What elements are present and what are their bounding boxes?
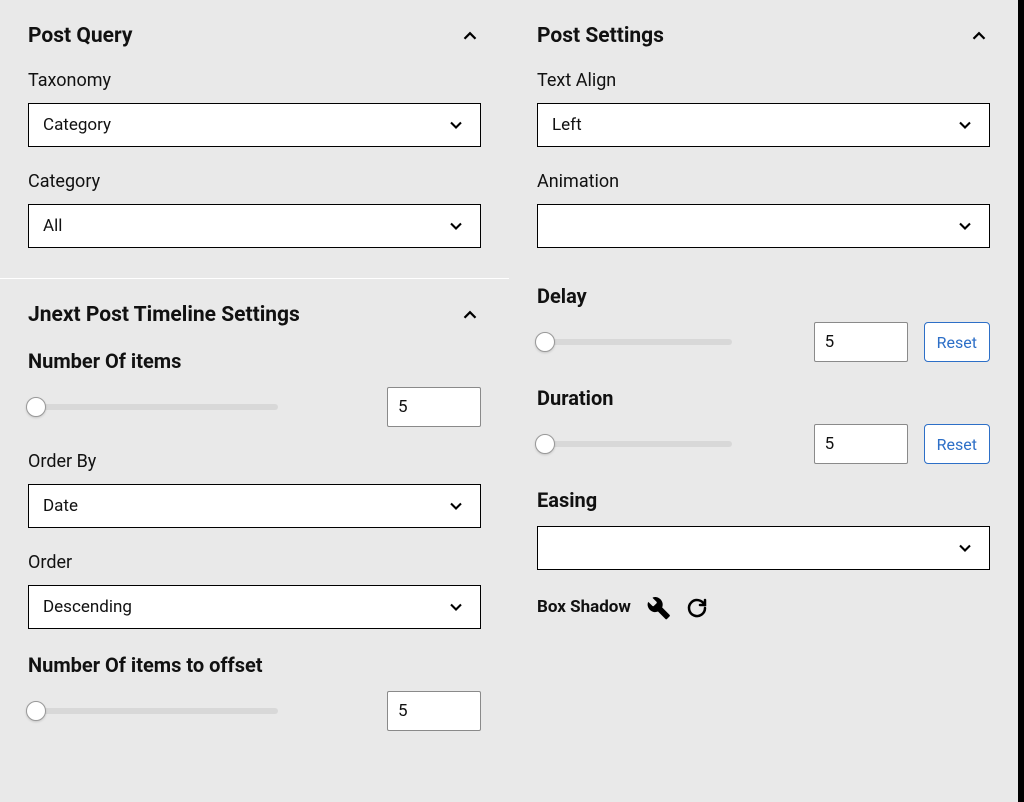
category-value: All xyxy=(43,216,62,236)
slider-track xyxy=(537,339,732,345)
field-box-shadow: Box Shadow xyxy=(537,594,990,620)
text-align-select[interactable]: Left xyxy=(537,103,990,147)
slider-thumb[interactable] xyxy=(26,701,46,721)
order-by-value: Date xyxy=(43,496,78,516)
post-query-header[interactable]: Post Query xyxy=(28,24,481,48)
left-panel: Post Query Taxonomy Category Category Al… xyxy=(0,0,509,802)
section-post-settings: Post Settings Text Align Left Animation xyxy=(509,0,1018,650)
animation-select[interactable] xyxy=(537,204,990,248)
field-easing: Easing xyxy=(537,488,990,570)
field-offset: Number Of items to offset 5 xyxy=(28,653,481,731)
num-items-slider[interactable] xyxy=(28,397,278,417)
slider-track xyxy=(28,708,278,714)
category-select[interactable]: All xyxy=(28,204,481,248)
delay-input[interactable]: 5 xyxy=(814,322,908,362)
num-items-value: 5 xyxy=(398,397,408,417)
offset-input[interactable]: 5 xyxy=(387,691,481,731)
taxonomy-label: Taxonomy xyxy=(28,70,481,91)
duration-reset-button[interactable]: Reset xyxy=(924,424,990,464)
timeline-settings-title: Jnext Post Timeline Settings xyxy=(28,303,300,327)
field-delay: Delay 5 Reset xyxy=(537,284,990,362)
easing-label: Easing xyxy=(537,488,990,512)
chevron-down-icon xyxy=(955,115,975,135)
field-category: Category All xyxy=(28,171,481,248)
order-label: Order xyxy=(28,552,481,573)
chevron-down-icon xyxy=(446,115,466,135)
slider-track xyxy=(28,404,278,410)
chevron-down-icon xyxy=(955,538,975,558)
duration-label: Duration xyxy=(537,386,990,410)
field-animation: Animation xyxy=(537,171,990,248)
num-items-input[interactable]: 5 xyxy=(387,387,481,427)
order-by-label: Order By xyxy=(28,451,481,472)
right-panel: Post Settings Text Align Left Animation xyxy=(509,0,1018,802)
animation-label: Animation xyxy=(537,171,990,192)
delay-slider[interactable] xyxy=(537,332,732,352)
easing-select[interactable] xyxy=(537,526,990,570)
field-order-by: Order By Date xyxy=(28,451,481,528)
chevron-down-icon xyxy=(446,216,466,236)
delay-reset-button[interactable]: Reset xyxy=(924,322,990,362)
category-label: Category xyxy=(28,171,481,192)
chevron-up-icon xyxy=(459,25,481,47)
taxonomy-select[interactable]: Category xyxy=(28,103,481,147)
chevron-down-icon xyxy=(446,597,466,617)
offset-slider[interactable] xyxy=(28,701,278,721)
slider-thumb[interactable] xyxy=(535,332,555,352)
wrench-icon[interactable] xyxy=(645,594,671,620)
section-post-query: Post Query Taxonomy Category Category Al… xyxy=(0,0,509,278)
field-text-align: Text Align Left xyxy=(537,70,990,147)
delay-reset-label: Reset xyxy=(937,333,977,352)
slider-thumb[interactable] xyxy=(26,397,46,417)
post-query-title: Post Query xyxy=(28,24,132,48)
field-number-of-items: Number Of items 5 xyxy=(28,349,481,427)
offset-label: Number Of items to offset xyxy=(28,653,481,677)
field-duration: Duration 5 Reset xyxy=(537,386,990,464)
duration-input[interactable]: 5 xyxy=(814,424,908,464)
text-align-label: Text Align xyxy=(537,70,990,91)
chevron-down-icon xyxy=(955,216,975,236)
chevron-down-icon xyxy=(446,496,466,516)
slider-thumb[interactable] xyxy=(535,434,555,454)
post-settings-title: Post Settings xyxy=(537,24,664,48)
chevron-up-icon xyxy=(459,304,481,326)
taxonomy-value: Category xyxy=(43,115,111,135)
text-align-value: Left xyxy=(552,115,582,135)
order-by-select[interactable]: Date xyxy=(28,484,481,528)
order-value: Descending xyxy=(43,597,132,617)
box-shadow-label: Box Shadow xyxy=(537,597,631,617)
post-settings-header[interactable]: Post Settings xyxy=(537,24,990,48)
section-timeline-settings: Jnext Post Timeline Settings Number Of i… xyxy=(0,278,509,761)
delay-value: 5 xyxy=(825,332,835,352)
num-items-label: Number Of items xyxy=(28,349,481,373)
timeline-settings-header[interactable]: Jnext Post Timeline Settings xyxy=(28,303,481,327)
redo-icon[interactable] xyxy=(685,595,709,619)
slider-track xyxy=(537,441,732,447)
chevron-up-icon xyxy=(968,25,990,47)
delay-label: Delay xyxy=(537,284,990,308)
duration-value: 5 xyxy=(825,434,835,454)
offset-value: 5 xyxy=(398,701,408,721)
order-select[interactable]: Descending xyxy=(28,585,481,629)
duration-slider[interactable] xyxy=(537,434,732,454)
field-taxonomy: Taxonomy Category xyxy=(28,70,481,147)
field-order: Order Descending xyxy=(28,552,481,629)
duration-reset-label: Reset xyxy=(937,435,977,454)
